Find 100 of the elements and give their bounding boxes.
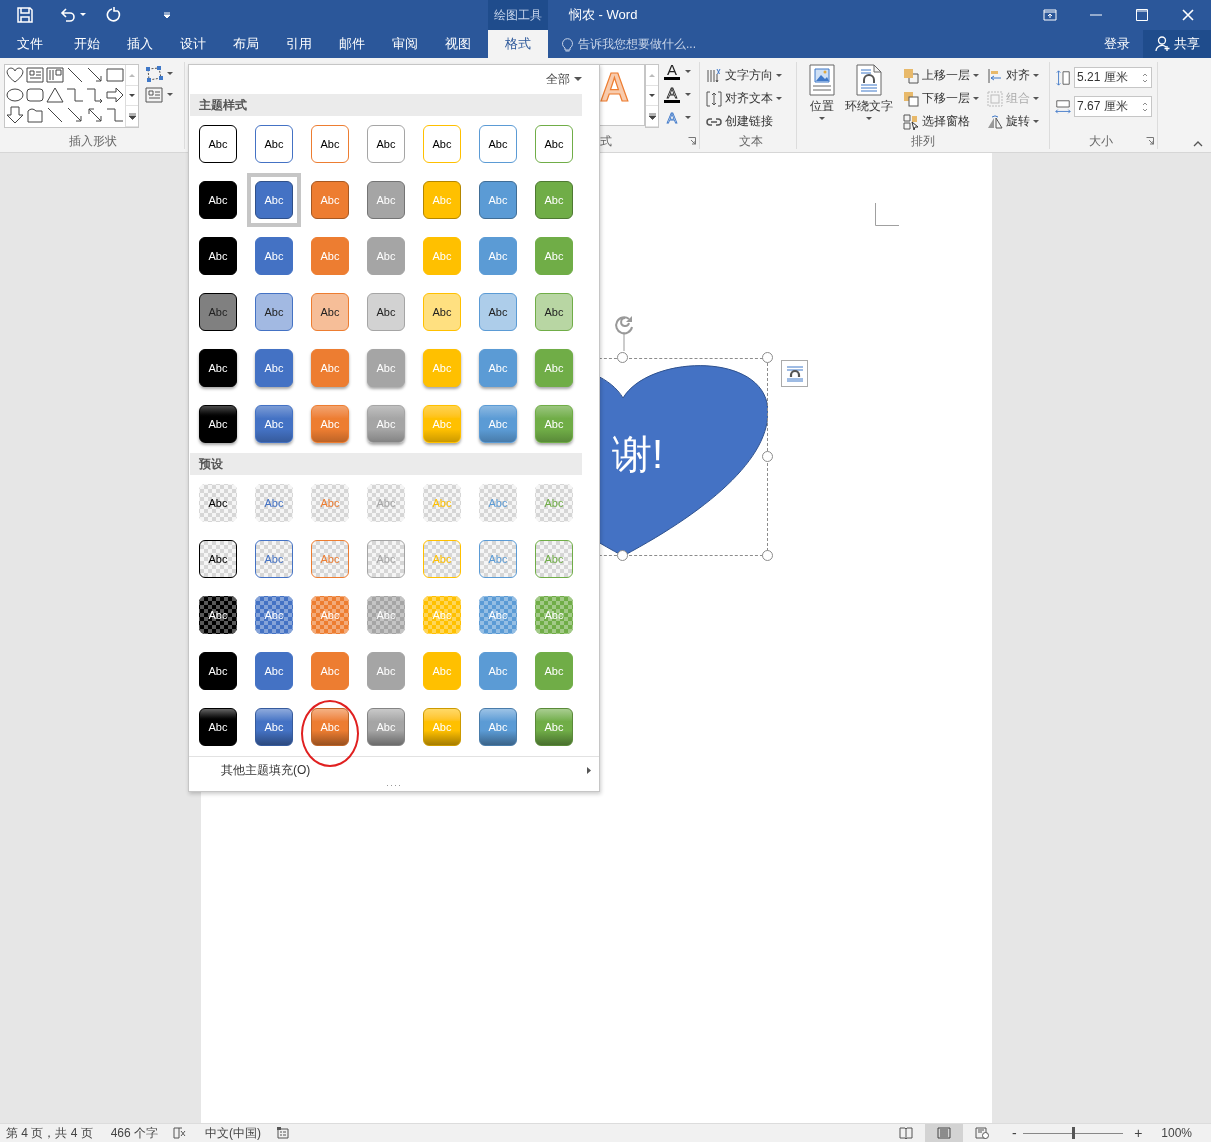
ribbon-tab[interactable]: 视图 — [431, 30, 484, 58]
line-icon[interactable] — [65, 66, 85, 84]
style-swatch[interactable]: Abc — [479, 405, 517, 443]
ribbon-tab[interactable]: 设计 — [166, 30, 219, 58]
ribbon-button[interactable]: 旋转 — [987, 112, 1039, 131]
style-swatch[interactable]: Abc — [199, 125, 237, 163]
style-swatch[interactable]: Abc — [255, 596, 293, 634]
more-fills-menu-item[interactable]: 其他主题填充(O) — [189, 756, 599, 784]
right-arrow-icon[interactable] — [105, 86, 125, 104]
arrow-icon[interactable] — [65, 106, 85, 124]
text-box-icon[interactable] — [25, 66, 45, 84]
double-arrow-icon[interactable] — [85, 106, 105, 124]
ribbon-button[interactable]: 下移一层 — [903, 89, 979, 108]
style-swatch[interactable]: Abc — [255, 484, 293, 522]
ribbon-tab[interactable]: 插入 — [113, 30, 166, 58]
word-count[interactable]: 466 个字 — [110, 1124, 159, 1142]
style-swatch[interactable]: Abc — [199, 349, 237, 387]
resize-handle[interactable] — [617, 352, 628, 363]
line-icon[interactable] — [45, 106, 65, 124]
undo-icon[interactable] — [60, 7, 76, 23]
style-swatch[interactable]: Abc — [311, 293, 349, 331]
ribbon-button[interactable]: 对齐 — [987, 66, 1039, 85]
style-swatch[interactable]: Abc — [311, 405, 349, 443]
style-swatch[interactable]: Abc — [367, 652, 405, 690]
print-view-button[interactable] — [925, 1124, 964, 1142]
ribbon-button[interactable]: 上移一层 — [903, 66, 979, 85]
style-swatch[interactable]: Abc — [311, 237, 349, 275]
text-box-button[interactable] — [145, 87, 173, 103]
ribbon-button[interactable]: 对齐文本 — [706, 89, 796, 108]
heart-icon[interactable] — [5, 66, 25, 84]
style-swatch[interactable]: Abc — [535, 349, 573, 387]
zoom-slider[interactable] — [1023, 1127, 1124, 1139]
ribbon-tab[interactable]: 引用 — [272, 30, 325, 58]
style-swatch[interactable]: Abc — [535, 405, 573, 443]
caret-icon[interactable] — [80, 13, 86, 17]
style-swatch[interactable]: Abc — [199, 484, 237, 522]
ribbon-tab[interactable]: 开始 — [60, 30, 113, 58]
resize-handle[interactable] — [762, 550, 773, 561]
style-swatch[interactable]: Abc — [535, 293, 573, 331]
style-swatch[interactable]: Abc — [199, 540, 237, 578]
save-icon[interactable] — [17, 7, 33, 23]
style-swatch[interactable]: Abc — [255, 540, 293, 578]
style-swatch[interactable]: Abc — [199, 181, 237, 219]
zoom-level[interactable]: 100% — [1161, 1126, 1192, 1140]
dialog-launcher-icon[interactable] — [1146, 137, 1154, 145]
style-swatch[interactable]: Abc — [479, 708, 517, 746]
resize-handle[interactable] — [762, 451, 773, 462]
style-swatch[interactable]: Abc — [199, 708, 237, 746]
style-swatch[interactable]: Abc — [479, 484, 517, 522]
style-swatch[interactable]: Abc — [199, 405, 237, 443]
text-effects-button[interactable]: A — [664, 108, 691, 127]
down-arrow-icon[interactable] — [5, 106, 25, 124]
layout-options-button[interactable] — [781, 360, 808, 387]
redo-icon[interactable] — [106, 7, 122, 23]
style-swatch[interactable]: Abc — [423, 293, 461, 331]
ribbon-button[interactable]: 选择窗格 — [903, 112, 979, 131]
share-button[interactable]: 共享 — [1143, 30, 1211, 58]
collapse-ribbon-icon[interactable] — [1193, 141, 1203, 147]
style-swatch[interactable]: Abc — [367, 708, 405, 746]
style-swatch[interactable]: Abc — [199, 293, 237, 331]
style-swatch[interactable]: Abc — [535, 125, 573, 163]
filter-dropdown[interactable]: 全部 — [546, 71, 582, 88]
macro-icon[interactable] — [276, 1127, 291, 1139]
style-swatch[interactable]: Abc — [311, 181, 349, 219]
style-swatch[interactable]: Abc — [255, 181, 293, 219]
style-swatch[interactable]: Abc — [255, 237, 293, 275]
style-swatch[interactable]: Abc — [535, 237, 573, 275]
style-swatch[interactable]: Abc — [479, 293, 517, 331]
style-swatch[interactable]: Abc — [199, 596, 237, 634]
style-swatch[interactable]: Abc — [367, 125, 405, 163]
resize-handle[interactable] — [762, 352, 773, 363]
large-ribbon-button[interactable]: 环绕文字 — [841, 62, 897, 133]
ribbon-tab[interactable]: 审阅 — [378, 30, 431, 58]
ribbon-tab[interactable]: 格式 — [488, 30, 548, 58]
style-swatch[interactable]: Abc — [367, 405, 405, 443]
style-swatch[interactable]: Abc — [535, 652, 573, 690]
style-swatch[interactable]: Abc — [255, 708, 293, 746]
text-outline-button[interactable]: A — [664, 85, 691, 104]
size-spin-field[interactable]: 7.67 厘米 — [1074, 96, 1152, 117]
style-swatch[interactable]: Abc — [367, 181, 405, 219]
style-swatch[interactable]: Abc — [199, 652, 237, 690]
style-swatch[interactable]: Abc — [479, 652, 517, 690]
dialog-launcher-icon[interactable] — [688, 137, 696, 145]
large-ribbon-button[interactable]: 位置 — [805, 62, 839, 133]
style-swatch[interactable]: Abc — [423, 125, 461, 163]
edit-shape-button[interactable] — [145, 66, 173, 82]
style-swatch[interactable]: Abc — [199, 237, 237, 275]
ribbon-button[interactable]: 文字方向 — [706, 66, 796, 85]
style-swatch[interactable]: Abc — [479, 125, 517, 163]
ribbon-tab[interactable]: 布局 — [219, 30, 272, 58]
style-swatch[interactable]: Abc — [479, 540, 517, 578]
page-count[interactable]: 第 4 页，共 4 页 — [6, 1124, 93, 1142]
size-spin-field[interactable]: 5.21 厘米 — [1074, 67, 1152, 88]
style-swatch[interactable]: Abc — [479, 596, 517, 634]
vertical-text-box-icon[interactable] — [45, 66, 65, 84]
resize-handle[interactable] — [617, 550, 628, 561]
style-swatch[interactable]: Abc — [255, 349, 293, 387]
style-swatch[interactable]: Abc — [367, 293, 405, 331]
style-swatch[interactable]: Abc — [311, 708, 349, 746]
style-swatch[interactable]: Abc — [367, 237, 405, 275]
